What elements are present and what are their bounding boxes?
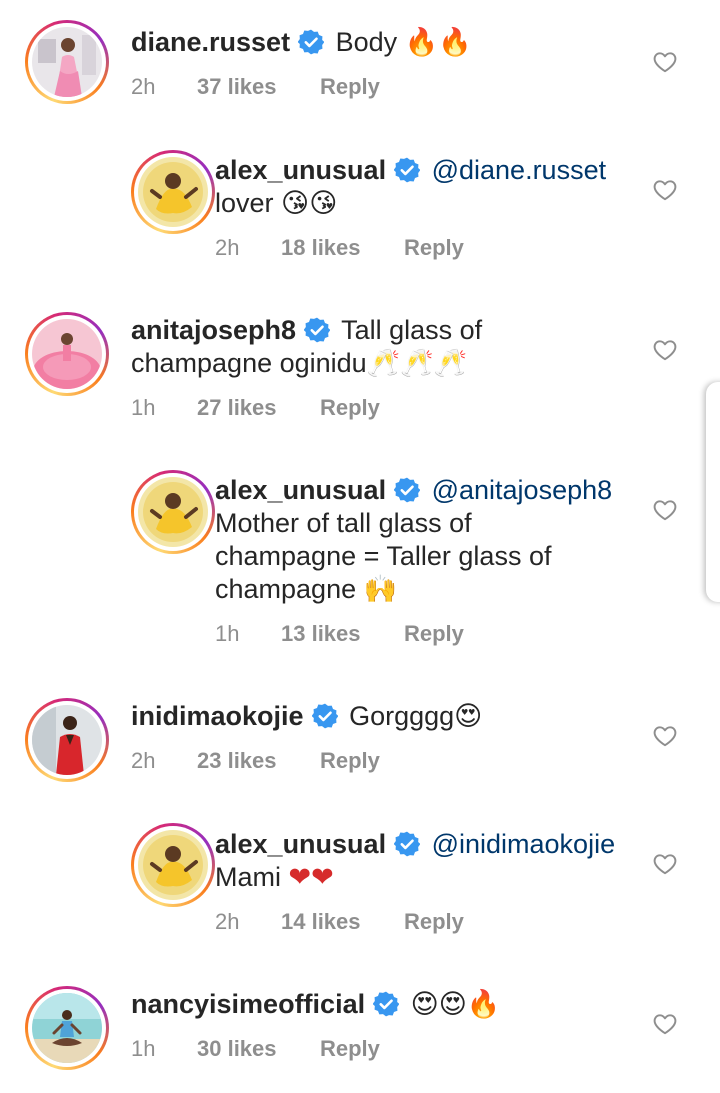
side-panel-handle[interactable] <box>706 382 720 602</box>
heart-icon[interactable] <box>652 851 678 877</box>
likes-count[interactable]: 23 likes <box>197 748 277 774</box>
comment-body: anitajoseph8 Tall glass of champagne ogi… <box>131 314 631 380</box>
comment-text-line-1: Tall glass of <box>341 315 483 345</box>
username[interactable]: inidimaokojie <box>131 701 304 731</box>
mention-link[interactable]: @diane.russet <box>432 155 607 185</box>
comment-emoji: 🥂🥂🥂 <box>366 348 468 379</box>
likes-count[interactable]: 37 likes <box>197 74 277 100</box>
verified-badge-icon <box>394 831 420 857</box>
reply-button[interactable]: Reply <box>404 621 464 647</box>
comment-emoji: ❤❤ <box>288 862 334 893</box>
timestamp: 2h <box>131 74 156 99</box>
reply-button[interactable]: Reply <box>320 748 380 774</box>
verified-badge-icon <box>312 703 338 729</box>
comment-text: Gorgggg <box>349 701 455 731</box>
heart-icon[interactable] <box>652 177 678 203</box>
red-suit-icon <box>32 705 102 775</box>
avatar[interactable] <box>131 470 215 554</box>
timestamp: 1h <box>131 1036 156 1061</box>
comment-text-line-3: champagne <box>215 574 357 604</box>
avatar[interactable] <box>25 20 109 104</box>
avatar[interactable] <box>131 823 215 907</box>
comment-text-line-2: champagne oginidu <box>131 348 367 378</box>
yoga-pose-icon <box>32 993 102 1063</box>
comment-emoji: 😍 <box>454 701 483 732</box>
reply-button[interactable]: Reply <box>404 909 464 935</box>
yellow-outfit-icon <box>138 477 208 547</box>
username[interactable]: anitajoseph8 <box>131 315 296 345</box>
comment-text: lover <box>215 188 274 218</box>
comment-body: inidimaokojie Gorgggg😍 <box>131 700 631 733</box>
yellow-outfit-icon <box>138 157 208 227</box>
avatar[interactable] <box>25 698 109 782</box>
avatar[interactable] <box>25 986 109 1070</box>
reply-button[interactable]: Reply <box>404 235 464 261</box>
comment-body: alex_unusual @diane.russet lover 😘😘 <box>215 154 635 220</box>
mention-link[interactable]: @inidimaokojie <box>432 829 616 859</box>
comment-emoji: 🔥🔥 <box>404 27 472 58</box>
reply-button[interactable]: Reply <box>320 74 380 100</box>
heart-icon[interactable] <box>652 337 678 363</box>
heart-icon[interactable] <box>652 497 678 523</box>
verified-badge-icon <box>304 317 330 343</box>
comment-body: diane.russet Body 🔥🔥 <box>131 26 651 59</box>
verified-badge-icon <box>373 991 399 1017</box>
verified-badge-icon <box>394 477 420 503</box>
comment-body: alex_unusual @anitajoseph8 Mother of tal… <box>215 474 645 606</box>
comment-emoji: 🙌 <box>363 574 398 605</box>
comment-body: alex_unusual @inidimaokojie Mami ❤❤ <box>215 828 645 894</box>
comment-text: Mami <box>215 862 281 892</box>
likes-count[interactable]: 13 likes <box>281 621 361 647</box>
username[interactable]: alex_unusual <box>215 829 386 859</box>
comment-emoji: 😍😍🔥 <box>410 989 501 1020</box>
mention-link[interactable]: @anitajoseph8 <box>432 475 613 505</box>
reply-button[interactable]: Reply <box>320 395 380 421</box>
likes-count[interactable]: 18 likes <box>281 235 361 261</box>
comments-list: diane.russet Body 🔥🔥 2h 37 likes Reply a… <box>0 0 720 1093</box>
avatar[interactable] <box>131 150 215 234</box>
heart-icon[interactable] <box>652 723 678 749</box>
likes-count[interactable]: 27 likes <box>197 395 277 421</box>
avatar[interactable] <box>25 312 109 396</box>
timestamp: 2h <box>131 748 156 773</box>
timestamp: 1h <box>131 395 156 420</box>
woman-pink-dress-icon <box>32 27 102 97</box>
comment-emoji: 😘😘 <box>281 188 338 219</box>
verified-badge-icon <box>394 157 420 183</box>
comment-text-line-1: Mother of tall glass of <box>215 508 472 538</box>
comment-body: nancyisimeofficial 😍😍🔥 <box>131 988 631 1021</box>
timestamp: 2h <box>215 909 240 934</box>
comment-text: Body <box>335 27 398 57</box>
username[interactable]: nancyisimeofficial <box>131 989 365 1019</box>
username[interactable]: diane.russet <box>131 27 290 57</box>
heart-icon[interactable] <box>652 1011 678 1037</box>
username[interactable]: alex_unusual <box>215 475 386 505</box>
likes-count[interactable]: 30 likes <box>197 1036 277 1062</box>
timestamp: 1h <box>215 621 240 646</box>
yellow-outfit-icon <box>138 830 208 900</box>
pink-ballgown-icon <box>32 319 102 389</box>
heart-icon[interactable] <box>652 49 678 75</box>
reply-button[interactable]: Reply <box>320 1036 380 1062</box>
timestamp: 2h <box>215 235 240 260</box>
verified-badge-icon <box>298 29 324 55</box>
likes-count[interactable]: 14 likes <box>281 909 361 935</box>
username[interactable]: alex_unusual <box>215 155 386 185</box>
comment-text-line-2: champagne = Taller glass of <box>215 541 552 571</box>
